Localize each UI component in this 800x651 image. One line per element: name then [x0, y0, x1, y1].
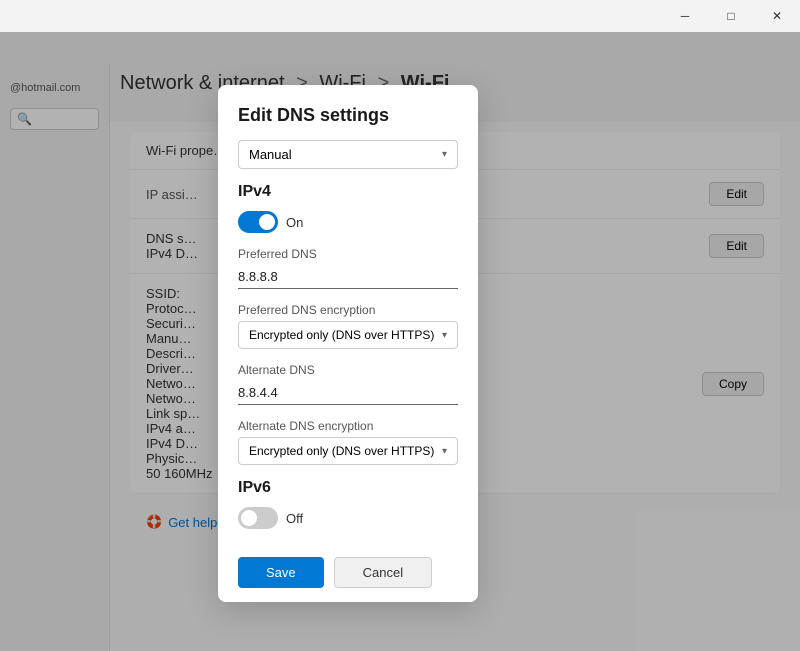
- ipv6-toggle-label: Off: [286, 511, 303, 526]
- dns-mode-value: Manual: [249, 147, 292, 162]
- chevron-down-icon-2: ▾: [442, 330, 447, 341]
- chevron-down-icon: ▾: [442, 149, 447, 160]
- ipv6-heading: IPv6: [238, 479, 458, 497]
- ipv6-toggle[interactable]: [238, 507, 278, 529]
- minimize-button[interactable]: ─: [662, 0, 708, 32]
- dns-mode-dropdown[interactable]: Manual ▾: [238, 140, 458, 169]
- alternate-enc-label: Alternate DNS encryption: [238, 419, 458, 433]
- toggle-knob: [259, 214, 275, 230]
- alternate-dns-label: Alternate DNS: [238, 363, 458, 377]
- ipv6-toggle-row: Off: [238, 507, 458, 529]
- save-button[interactable]: Save: [238, 557, 324, 588]
- ipv6-section: IPv6 Off: [238, 479, 458, 529]
- close-button[interactable]: ✕: [754, 0, 800, 32]
- preferred-enc-label: Preferred DNS encryption: [238, 303, 458, 317]
- alternate-enc-value: Encrypted only (DNS over HTTPS): [249, 444, 434, 458]
- title-bar: ─ □ ✕: [662, 0, 800, 32]
- edit-dns-dialog: Edit DNS settings Manual ▾ IPv4 On Prefe…: [218, 85, 478, 602]
- cancel-button[interactable]: Cancel: [334, 557, 432, 588]
- preferred-dns-label: Preferred DNS: [238, 247, 458, 261]
- ipv4-toggle[interactable]: [238, 211, 278, 233]
- preferred-enc-dropdown[interactable]: Encrypted only (DNS over HTTPS) ▾: [238, 321, 458, 349]
- dialog-footer: Save Cancel: [238, 543, 458, 602]
- dialog-title: Edit DNS settings: [238, 105, 458, 126]
- chevron-down-icon-3: ▾: [442, 446, 447, 457]
- alternate-enc-dropdown[interactable]: Encrypted only (DNS over HTTPS) ▾: [238, 437, 458, 465]
- restore-button[interactable]: □: [708, 0, 754, 32]
- preferred-enc-value: Encrypted only (DNS over HTTPS): [249, 328, 434, 342]
- ipv4-heading: IPv4: [238, 183, 458, 201]
- ipv4-toggle-label: On: [286, 215, 303, 230]
- ipv4-toggle-row: On: [238, 211, 458, 233]
- alternate-dns-input[interactable]: [238, 381, 458, 405]
- ipv6-toggle-knob: [241, 510, 257, 526]
- preferred-dns-input[interactable]: [238, 265, 458, 289]
